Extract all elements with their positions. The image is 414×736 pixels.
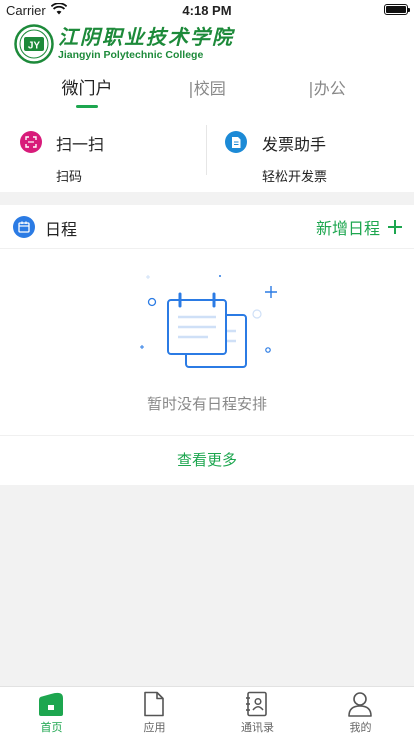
document-icon xyxy=(144,691,164,717)
tabbar-profile[interactable]: 我的 xyxy=(309,687,412,736)
invoice-assistant-action[interactable]: 发票助手 轻松开发票 xyxy=(207,121,414,189)
clock: 4:18 PM xyxy=(182,3,232,18)
plus-icon xyxy=(388,220,402,234)
tab-office[interactable]: |办公 xyxy=(292,74,362,108)
active-tab-indicator xyxy=(76,105,98,108)
battery-icon xyxy=(384,4,410,15)
profile-icon xyxy=(348,692,372,717)
scan-title: 扫一扫 xyxy=(56,135,105,154)
schedule-divider xyxy=(0,435,414,436)
invoice-subtitle: 轻松开发票 xyxy=(262,170,328,185)
schedule-header: 日程 新增日程 xyxy=(0,205,414,249)
tab-micro-portal[interactable]: 微门户 xyxy=(52,74,122,108)
scan-icon xyxy=(20,131,42,153)
scan-action[interactable]: 扫一扫 扫码 xyxy=(0,121,206,189)
view-more-link[interactable]: 查看更多 xyxy=(0,449,414,470)
tabbar-contacts-label: 通讯录 xyxy=(241,721,274,734)
header: JY 江阴职业技术学院 Jiangyin Polytechnic College… xyxy=(0,20,414,192)
add-schedule-label: 新增日程 xyxy=(315,219,380,238)
add-schedule-button[interactable]: 新增日程 xyxy=(316,215,402,239)
college-name: 江阴职业技术学院 Jiangyin Polytechnic College xyxy=(58,26,238,66)
invoice-icon xyxy=(225,131,247,153)
tabbar-home[interactable]: 首页 xyxy=(0,687,103,736)
quick-actions: 扫一扫 扫码 发票助手 轻松开发票 xyxy=(0,121,414,189)
college-name-en: Jiangyin Polytechnic College xyxy=(58,49,204,61)
tabbar-apps-label: 应用 xyxy=(143,721,166,734)
schedule-card: 日程 新增日程 暂时没有日程安排 查看更多 xyxy=(0,205,414,485)
invoice-title: 发票助手 xyxy=(262,135,327,154)
bottom-tab-bar: 首页 应用 通讯录 我的 xyxy=(0,686,414,736)
tabbar-profile-label: 我的 xyxy=(349,721,372,734)
empty-schedule-illustration xyxy=(140,275,277,368)
college-logo: JY 江阴职业技术学院 Jiangyin Polytechnic College xyxy=(14,22,234,68)
college-emblem-icon: JY xyxy=(14,24,54,64)
status-bar: Carrier 4:18 PM xyxy=(0,0,414,20)
portal-tabs: 微门户 |校园 |办公 xyxy=(0,74,414,112)
contacts-icon xyxy=(246,691,267,717)
tabbar-contacts[interactable]: 通讯录 xyxy=(206,687,309,736)
scan-subtitle: 扫码 xyxy=(56,170,83,185)
svg-text:JY: JY xyxy=(28,41,41,52)
empty-schedule-text: 暂时没有日程安排 xyxy=(146,395,267,413)
college-name-cn: 江阴职业技术学院 xyxy=(58,25,234,49)
tab-campus[interactable]: |校园 xyxy=(172,74,242,108)
tabbar-apps[interactable]: 应用 xyxy=(103,687,206,736)
calendar-icon xyxy=(13,216,35,238)
tabbar-home-label: 首页 xyxy=(40,721,63,734)
home-icon xyxy=(39,692,63,716)
schedule-title: 日程 xyxy=(45,220,78,239)
